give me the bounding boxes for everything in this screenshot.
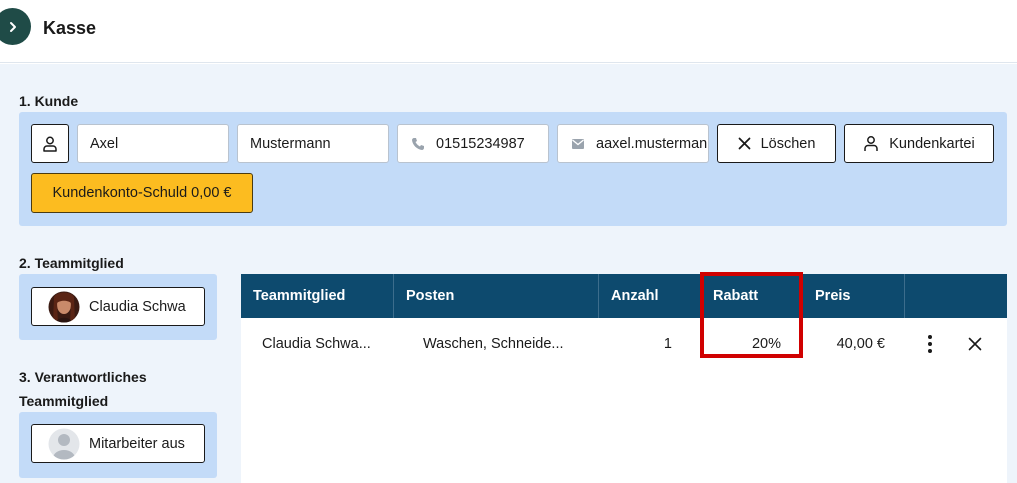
- chevron-right-icon: [9, 21, 16, 32]
- section-customer-label: 1. Kunde: [19, 93, 79, 109]
- responsible-member-button[interactable]: Mitarbeiter aus: [31, 424, 205, 463]
- main-content: 1. Kunde Axel Mustermann 01515234987 aax…: [0, 64, 1017, 483]
- column-header-team-member[interactable]: Teammitglied: [241, 274, 394, 318]
- team-member-name: Claudia Schwa: [89, 298, 186, 315]
- more-vertical-icon: [928, 335, 932, 353]
- responsible-member-panel: Mitarbeiter aus: [19, 412, 217, 478]
- discount-highlight-box: [700, 272, 803, 358]
- clear-button[interactable]: Löschen: [717, 124, 836, 163]
- row-more-button[interactable]: [918, 318, 942, 370]
- avatar-placeholder-icon: [48, 428, 80, 460]
- row-price: 40,00 €: [836, 336, 885, 352]
- last-name-field[interactable]: Mustermann: [237, 124, 389, 163]
- column-header-actions: [905, 274, 1007, 318]
- person-icon: [41, 135, 59, 153]
- phone-value: 01515234987: [436, 135, 525, 152]
- team-member-button[interactable]: Claudia Schwa: [31, 287, 205, 326]
- page-title: Kasse: [43, 18, 97, 38]
- responsible-member-name: Mitarbeiter aus: [89, 435, 185, 452]
- person-icon: [863, 135, 879, 152]
- email-value: aaxel.mustermann: [596, 135, 709, 152]
- email-field[interactable]: aaxel.mustermann: [557, 124, 709, 163]
- customer-select-button[interactable]: [31, 124, 69, 163]
- column-header-item[interactable]: Posten: [394, 274, 599, 318]
- section-team-member-label: 2. Teammitglied: [19, 255, 124, 271]
- customer-file-button[interactable]: Kundenkartei: [844, 124, 994, 163]
- row-item: Waschen, Schneide...: [423, 336, 564, 352]
- clear-button-label: Löschen: [760, 135, 816, 152]
- row-remove-button[interactable]: [963, 318, 987, 370]
- close-icon: [968, 337, 982, 351]
- customer-file-label: Kundenkartei: [889, 135, 975, 152]
- expand-sidebar-button[interactable]: [0, 8, 31, 45]
- section-responsible-label-2: Teammitglied: [19, 393, 109, 409]
- items-table: Teammitglied Posten Anzahl Rabatt Preis …: [241, 274, 1007, 483]
- phone-icon: [410, 136, 426, 152]
- close-icon: [738, 137, 751, 150]
- row-team-member: Claudia Schwa...: [262, 336, 371, 352]
- team-member-panel: Claudia Schwa: [19, 274, 217, 340]
- top-bar: Kasse: [0, 0, 1017, 63]
- mail-icon: [570, 136, 586, 152]
- column-header-quantity[interactable]: Anzahl: [599, 274, 701, 318]
- first-name-value: Axel: [90, 135, 119, 152]
- last-name-value: Mustermann: [250, 135, 331, 152]
- phone-field[interactable]: 01515234987: [397, 124, 549, 163]
- table-header: Teammitglied Posten Anzahl Rabatt Preis: [241, 274, 1007, 318]
- avatar: [48, 291, 80, 323]
- row-quantity: 1: [663, 336, 672, 352]
- column-header-price[interactable]: Preis: [803, 274, 905, 318]
- customer-debt-button[interactable]: Kundenkonto-Schuld 0,00 €: [31, 173, 253, 213]
- first-name-field[interactable]: Axel: [77, 124, 229, 163]
- section-responsible-label-1: 3. Verantwortliches: [19, 369, 147, 385]
